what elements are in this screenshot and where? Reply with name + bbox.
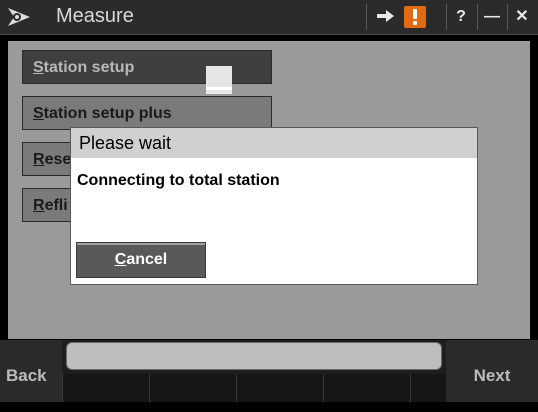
softkey-slot[interactable] xyxy=(149,374,236,402)
menu-item-station-setup-plus[interactable]: Station setup plus xyxy=(22,96,272,130)
alert-icon[interactable] xyxy=(404,6,426,28)
next-button[interactable]: Next xyxy=(446,340,538,402)
softkey-slot[interactable] xyxy=(62,374,149,402)
help-button[interactable]: ? xyxy=(452,6,470,28)
softkey-slot[interactable] xyxy=(410,374,446,402)
dialog-title: Please wait xyxy=(71,128,477,158)
connection-icon[interactable] xyxy=(372,6,400,28)
title-separator xyxy=(507,4,508,30)
title-separator xyxy=(446,4,447,30)
minimize-button[interactable]: — xyxy=(482,6,502,28)
softkey-slot[interactable] xyxy=(236,374,323,402)
dialog-message: Connecting to total station xyxy=(77,172,280,189)
bottom-bar: Back Next xyxy=(0,340,538,402)
softkey-slot[interactable] xyxy=(323,374,410,402)
title-separator xyxy=(477,4,478,30)
title-bar: Measure ? — ✕ xyxy=(0,0,538,35)
menu-item-station-setup[interactable]: Station setup xyxy=(22,50,272,84)
cancel-button[interactable]: Cancel xyxy=(76,242,206,278)
close-button[interactable]: ✕ xyxy=(512,6,532,28)
back-button[interactable]: Back xyxy=(0,340,62,402)
window-title: Measure xyxy=(56,5,134,27)
app-logo-icon[interactable] xyxy=(6,5,32,29)
please-wait-dialog: Please wait Connecting to total station … xyxy=(70,127,478,285)
title-separator xyxy=(366,4,367,30)
white-marker xyxy=(206,66,232,94)
status-field xyxy=(66,342,442,370)
